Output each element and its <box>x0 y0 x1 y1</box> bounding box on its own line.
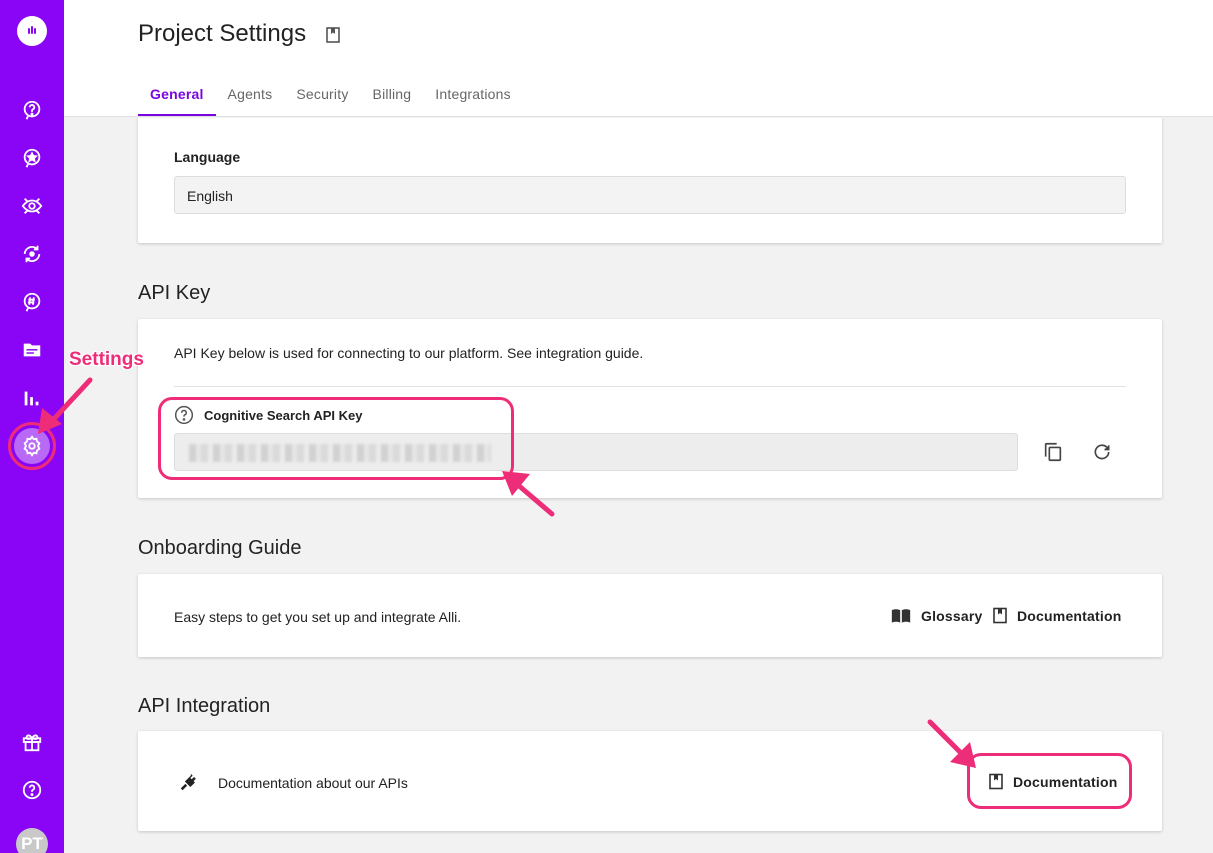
logo-bars-icon <box>28 26 36 34</box>
tab-general[interactable]: General <box>138 82 216 116</box>
open-book-icon <box>891 609 911 623</box>
plug-icon <box>180 773 196 791</box>
glossary-label: Glossary <box>921 608 983 624</box>
bookmark-doc-icon <box>993 607 1007 624</box>
help-icon[interactable] <box>17 775 47 805</box>
tab-security[interactable]: Security <box>284 82 360 116</box>
page-title: Project Settings <box>138 20 307 47</box>
settings-highlight-circle <box>8 422 56 470</box>
page-header: Project Settings General Agents Security… <box>64 0 1213 117</box>
star-badge-icon[interactable] <box>17 143 47 173</box>
eye-icon[interactable] <box>17 191 47 221</box>
tab-integrations[interactable]: Integrations <box>423 82 523 116</box>
help-bubble-icon[interactable] <box>17 95 47 125</box>
documentation-label: Documentation <box>1017 607 1122 624</box>
gift-icon[interactable] <box>17 727 47 757</box>
general-card: Language English <box>138 118 1162 243</box>
tab-agents[interactable]: Agents <box>216 82 285 116</box>
bar-chart-icon[interactable] <box>17 383 47 413</box>
settings-tabs: General Agents Security Billing Integrat… <box>138 82 523 116</box>
glossary-link[interactable]: Glossary <box>891 607 983 625</box>
api-integration-title: API Integration <box>138 695 271 717</box>
folder-icon[interactable] <box>17 335 47 365</box>
settings-content[interactable]: Language English API Key API Key below i… <box>64 118 1213 853</box>
api-key-highlight-box <box>158 397 514 480</box>
refresh-icon <box>1094 444 1110 460</box>
copy-button[interactable] <box>1039 438 1067 466</box>
settings-annotation-label: Settings <box>69 349 144 370</box>
hashtag-icon[interactable] <box>17 287 47 317</box>
divider <box>174 386 1126 387</box>
app-logo[interactable] <box>17 16 47 46</box>
documentation-highlight-box <box>967 753 1132 809</box>
api-integration-description: Documentation about our APIs <box>218 775 408 791</box>
language-label: Language <box>174 149 241 165</box>
tab-billing[interactable]: Billing <box>361 82 424 116</box>
avatar[interactable]: PT <box>16 828 48 853</box>
api-key-title: API Key <box>138 282 211 304</box>
sync-icon[interactable] <box>17 239 47 269</box>
onboarding-description: Easy steps to get you set up and integra… <box>174 609 462 625</box>
copy-icon <box>1044 442 1062 462</box>
bookmark-doc-icon[interactable] <box>326 27 340 43</box>
onboarding-documentation-link[interactable]: Documentation <box>993 607 1122 624</box>
onboarding-title: Onboarding Guide <box>138 537 302 559</box>
api-key-description: API Key below is used for connecting to … <box>174 345 644 361</box>
onboarding-card: Easy steps to get you set up and integra… <box>138 574 1162 657</box>
language-field[interactable]: English <box>174 176 1126 214</box>
regenerate-button[interactable] <box>1088 438 1116 466</box>
